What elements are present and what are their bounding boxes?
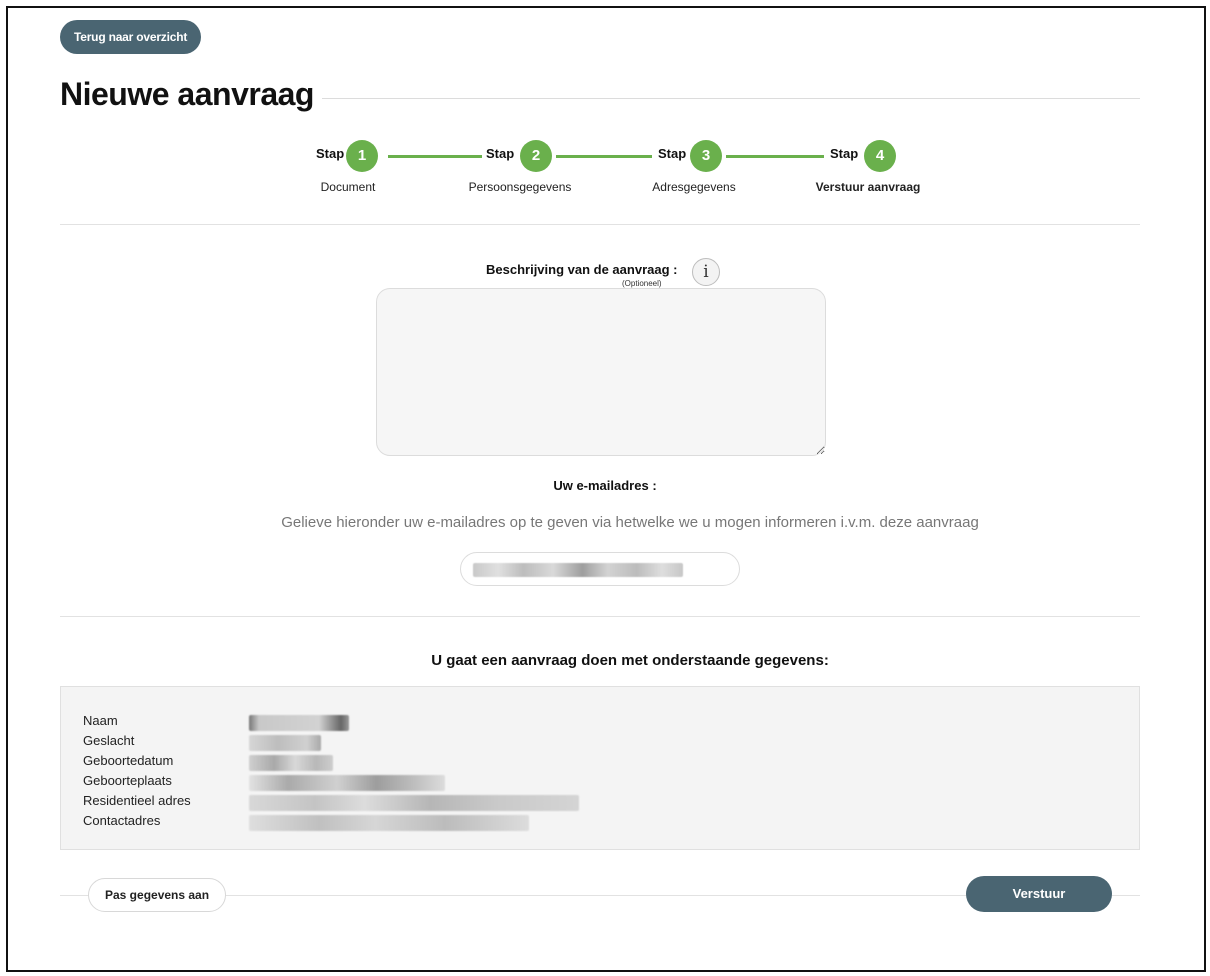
step-1: Stap 1 Document [316,140,446,200]
back-to-overview-button[interactable]: Terug naar overzicht [60,20,202,54]
description-textarea[interactable] [376,288,826,456]
step-number-badge: 3 [690,140,722,172]
step-number-badge: 4 [864,140,896,172]
summary-row-name: Naam [83,713,1123,733]
title-divider [322,98,1140,99]
title-row: Nieuwe aanvraag [60,76,1140,120]
summary-label: Geslacht [83,733,135,748]
email-help-text: Gelieve hieronder uw e-mailadres op te g… [281,514,979,531]
section-divider [60,224,1140,225]
optional-hint: (Optioneel) [622,279,662,288]
summary-label: Residentieel adres [83,793,191,808]
summary-label: Naam [83,713,118,728]
email-input[interactable] [460,552,740,586]
step-stap-label: Stap [316,146,345,161]
redacted-value [249,795,579,811]
step-2: Stap 2 Persoonsgegevens [469,140,616,200]
summary-row-birthdate: Geboortedatum [83,753,1123,773]
step-caption: Document [320,180,376,194]
summary-label: Geboorteplaats [83,773,172,788]
submit-button[interactable]: Verstuur [966,876,1112,912]
step-caption: Persoonsgegevens [468,180,572,194]
summary-label: Geboortedatum [83,753,174,768]
summary-title: U gaat een aanvraag doen met onderstaand… [431,652,829,669]
summary-row-gender: Geslacht [83,733,1123,753]
redacted-value [249,735,321,751]
summary-row-residential-address: Residentieel adres [83,793,1123,813]
step-number-badge: 2 [520,140,552,172]
summary-row-contact-address: Contactadres [83,813,1123,833]
step-number-badge: 1 [346,140,378,172]
description-label: Beschrijving van de aanvraag : [486,262,678,277]
step-3: Stap 3 Adresgegevens [652,140,788,200]
step-caption: Adresgegevens [652,180,736,194]
step-caption: Verstuur aanvraag [815,180,921,194]
page-title: Nieuwe aanvraag [60,76,314,112]
redacted-value [249,815,529,831]
summary-panel: Naam Geslacht Geboortedatum Geboorteplaa… [60,686,1140,850]
step-stap-label: Stap [830,146,859,161]
redacted-value [249,715,349,731]
redacted-value [249,755,333,771]
progress-stepper: Stap 1 Document Stap 2 Persoonsgegevens … [290,140,970,200]
summary-label: Contactadres [83,813,161,828]
step-4: Stap 4 Verstuur aanvraag [816,140,960,200]
summary-row-birthplace: Geboorteplaats [83,773,1123,793]
step-stap-label: Stap [486,146,515,161]
section-divider [60,616,1140,617]
redacted-email-value [473,563,683,577]
edit-details-button[interactable]: Pas gegevens aan [88,878,227,912]
step-stap-label: Stap [658,146,687,161]
email-label: Uw e-mailadres : [553,478,657,493]
redacted-value [249,775,445,791]
info-icon[interactable]: i [692,258,720,286]
